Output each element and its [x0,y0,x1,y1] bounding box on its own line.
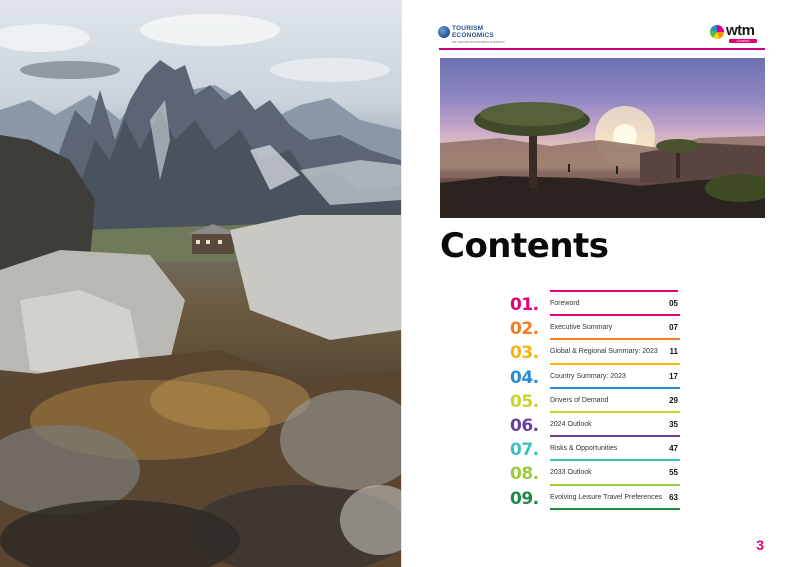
toc-entry-page: 55 [669,468,678,478]
header-divider [439,48,765,50]
toc-entry-page: 05 [669,299,678,308]
mountain-illustration [0,14,401,567]
wtm-badge-label: LONDON [736,39,750,43]
toc-entry-page: 07 [669,323,678,333]
toc-entry-page: 29 [669,395,678,405]
toc-entry-title: Global & Regional Summary: 2023 [550,348,658,356]
logo-line-2: ECONOMICS [452,32,494,39]
logo-line-1: TOURISM [452,25,484,32]
toc-entry-page: 11 [669,347,678,357]
toc-entry-title: 2033 Outlook [550,469,592,477]
toc-entry-title: Evolving Leisure Travel Preferences [550,493,663,501]
toc-entry-title: Executive Summary [550,324,613,332]
toc-entry-title: Foreword [550,300,580,307]
page-title: Contents [440,226,609,266]
toc-entry-number: 09. [510,488,539,509]
toc-entry-divider [550,507,680,510]
tourism-economics-logo: TOURISM ECONOMICS AN OXFORD ECONOMICS CO… [438,24,518,46]
mountain-photo [0,0,401,567]
contents-page: TOURISM ECONOMICS AN OXFORD ECONOMICS CO… [401,0,802,567]
dragon-tree-illustration [440,102,765,218]
toc-entry[interactable]: 02. Executive Summary 07 [510,316,680,341]
toc-entry[interactable]: 09. Evolving Leisure Travel Preferences 63 [510,486,680,510]
toc-entry-number: 08. [510,464,539,485]
toc-entry-number: 01. [510,295,539,315]
toc-entry-page: 63 [669,492,678,502]
toc-entry-number: 02. [510,319,539,340]
toc-entry-number: 03. [510,343,539,364]
toc-entry-title: 2024 Outlook [550,420,592,428]
toc-entry[interactable]: 08. 2033 Outlook 55 [510,461,680,486]
wtm-swirl-icon [710,25,724,39]
toc-entry[interactable]: 03. Global & Regional Summary: 2023 11 [510,340,680,365]
toc-entry[interactable]: 05. Drivers of Demand 29 [510,389,680,413]
toc-entry-page: 17 [669,371,678,381]
toc-entry-page: 47 [669,444,678,454]
toc-entry[interactable]: 04. Country Summary: 2023 17 [510,365,680,389]
toc-entry-number: 05. [510,391,539,412]
toc-entry-page: 35 [669,419,678,429]
page-number: 3 [756,537,764,553]
toc-entry-title: Risks & Opportunities [550,445,618,453]
logo-tagline: AN OXFORD ECONOMICS COMPANY [452,40,505,44]
toc-entry[interactable]: 07. Risks & Opportunities 47 [510,437,680,462]
table-of-contents: 01. Foreword 05 02. Executive Summary 07 03. Gl… [510,292,680,510]
toc-entry[interactable]: 06. 2024 Outlook 35 [510,413,680,438]
toc-entry-number: 04. [510,367,539,388]
toc-entry-number: 06. [510,415,539,436]
toc-entry-title: Drivers of Demand [550,396,609,404]
wtm-badge: LONDON [729,39,757,43]
tourism-economics-wordmark: TOURISM ECONOMICS [452,25,494,39]
wtm-wordmark: wtm [726,22,755,39]
toc-entry[interactable]: 01. Foreword 05 [510,292,680,317]
globe-icon [438,26,450,38]
wtm-logo: wtm LONDON [710,22,764,44]
toc-entry-title: Country Summary: 2023 [550,372,626,380]
dragon-tree-photo [440,58,765,218]
toc-entry-number: 07. [510,440,539,461]
